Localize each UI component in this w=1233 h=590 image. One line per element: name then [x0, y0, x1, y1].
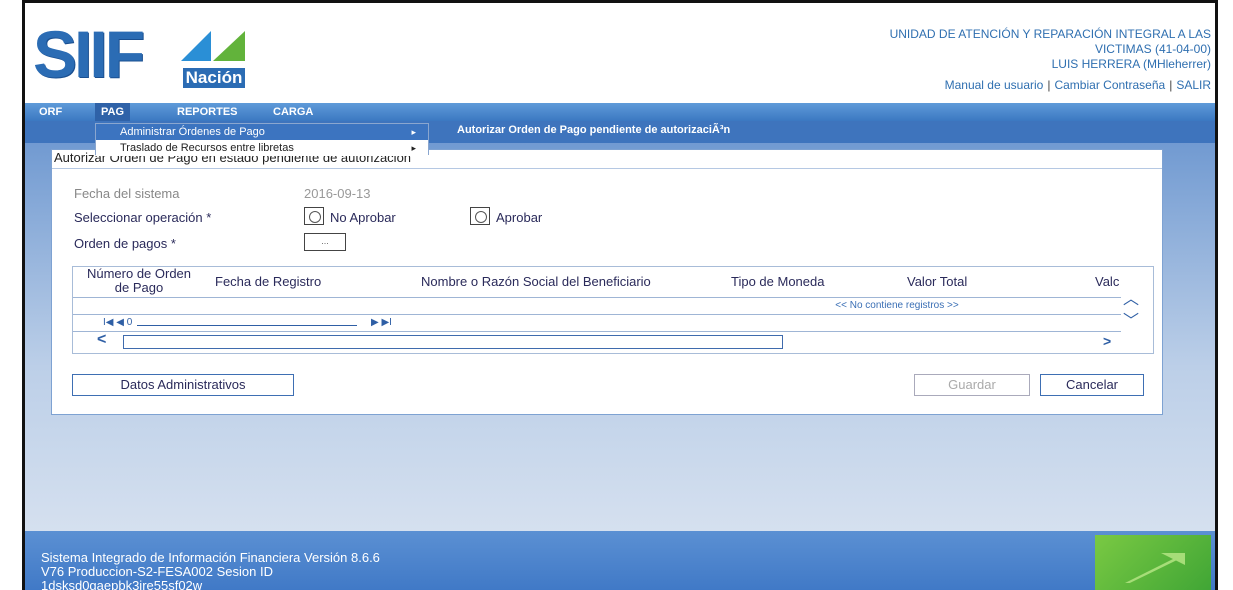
scroll-left-icon[interactable]: <: [97, 331, 106, 349]
menu-reportes[interactable]: REPORTES: [171, 103, 244, 121]
empty-message: << No contiene registros >>: [835, 300, 959, 311]
scroll-down-icon[interactable]: ﹀: [1123, 307, 1139, 331]
orden-picker-button[interactable]: ...: [304, 233, 346, 251]
logo-text: SIIF: [33, 17, 145, 91]
horizontal-scrollbar[interactable]: [123, 335, 783, 349]
change-password-link[interactable]: Cambiar Contraseña: [1054, 78, 1165, 92]
orders-grid: Número de Orden de Pago Fecha de Registr…: [72, 266, 1154, 354]
menu-carga[interactable]: CARGA: [267, 103, 319, 121]
footer: Sistema Integrado de Información Financi…: [25, 531, 1215, 590]
header-links: Manual de usuario | Cambiar Contraseña | SAL…: [944, 78, 1211, 92]
manual-link[interactable]: Manual de usuario: [945, 78, 1044, 92]
scroll-right-icon[interactable]: >: [1103, 333, 1111, 349]
siif-logo: SIIF Nación: [33, 21, 263, 89]
no-aprobar-label[interactable]: No Aprobar: [330, 210, 396, 225]
pager-next[interactable]: ▶ ▶I: [371, 317, 392, 328]
logo-sub: Nación: [183, 68, 245, 88]
header-info: UNIDAD DE ATENCIÓN Y REPARACIÓN INTEGRAL…: [890, 27, 1211, 93]
fecha-value: 2016-09-13: [304, 186, 371, 201]
footer-info: Sistema Integrado de Información Financi…: [41, 550, 380, 590]
pager-prev[interactable]: I◀ ◀ 0: [103, 317, 132, 328]
col-fecha-registro[interactable]: Fecha de Registro: [215, 275, 321, 289]
chevron-right-icon: ▸: [411, 143, 416, 153]
orden-label: Orden de pagos *: [74, 236, 176, 251]
col-beneficiario[interactable]: Nombre o Razón Social del Beneficiario: [421, 275, 651, 289]
workspace: Autorizar Orden de Pago pendiente de aut…: [25, 121, 1215, 531]
cancelar-button[interactable]: Cancelar: [1040, 374, 1144, 396]
menu-orf[interactable]: ORF: [33, 103, 68, 121]
fecha-label: Fecha del sistema: [74, 186, 180, 201]
page-title: Autorizar Orden de Pago pendiente de aut…: [457, 124, 731, 136]
footer-logo-icon: [1095, 535, 1211, 590]
guardar-button[interactable]: Guardar: [914, 374, 1030, 396]
scroll-up-icon[interactable]: ︿: [1123, 285, 1139, 309]
operacion-label: Seleccionar operación *: [74, 210, 212, 225]
exit-link[interactable]: SALIR: [1176, 78, 1211, 92]
col-valor[interactable]: Valc: [1095, 275, 1119, 289]
header: SIIF Nación UNIDAD DE ATENCIÓN Y REPARAC…: [25, 3, 1215, 95]
menu-item-administrar-ordenes[interactable]: Administrar Órdenes de Pago ▸: [96, 124, 428, 140]
menu-bar: ORF PAG REPORTES CARGA: [25, 103, 1215, 121]
aprobar-label[interactable]: Aprobar: [496, 210, 542, 225]
chevron-right-icon: ▸: [411, 127, 416, 137]
user-name: LUIS HERRERA (MHleherrer): [1051, 57, 1211, 71]
app-window: SIIF Nación UNIDAD DE ATENCIÓN Y REPARAC…: [22, 0, 1218, 590]
pager-slider[interactable]: [137, 325, 357, 326]
entity-line2: VICTIMAS (41-04-00): [1094, 42, 1211, 56]
menu-pag[interactable]: PAG: [95, 103, 131, 121]
col-numero-orden[interactable]: Número de Orden de Pago: [79, 267, 199, 295]
entity-line1: UNIDAD DE ATENCIÓN Y REPARACIÓN INTEGRAL…: [889, 27, 1211, 41]
form-panel: Autorizar Orden de Pago en estado pendie…: [51, 149, 1163, 415]
menu-item-traslado-recursos[interactable]: Traslado de Recursos entre libretas ▸: [96, 140, 428, 156]
datos-administrativos-button[interactable]: Datos Administrativos: [72, 374, 294, 396]
col-tipo-moneda[interactable]: Tipo de Moneda: [731, 275, 824, 289]
aprobar-radio[interactable]: [470, 207, 490, 225]
logo-mark-icon: [181, 31, 245, 67]
no-aprobar-radio[interactable]: [304, 207, 324, 225]
col-valor-total[interactable]: Valor Total: [907, 275, 967, 289]
pag-dropdown-menu: Administrar Órdenes de Pago ▸ Traslado d…: [95, 123, 429, 156]
